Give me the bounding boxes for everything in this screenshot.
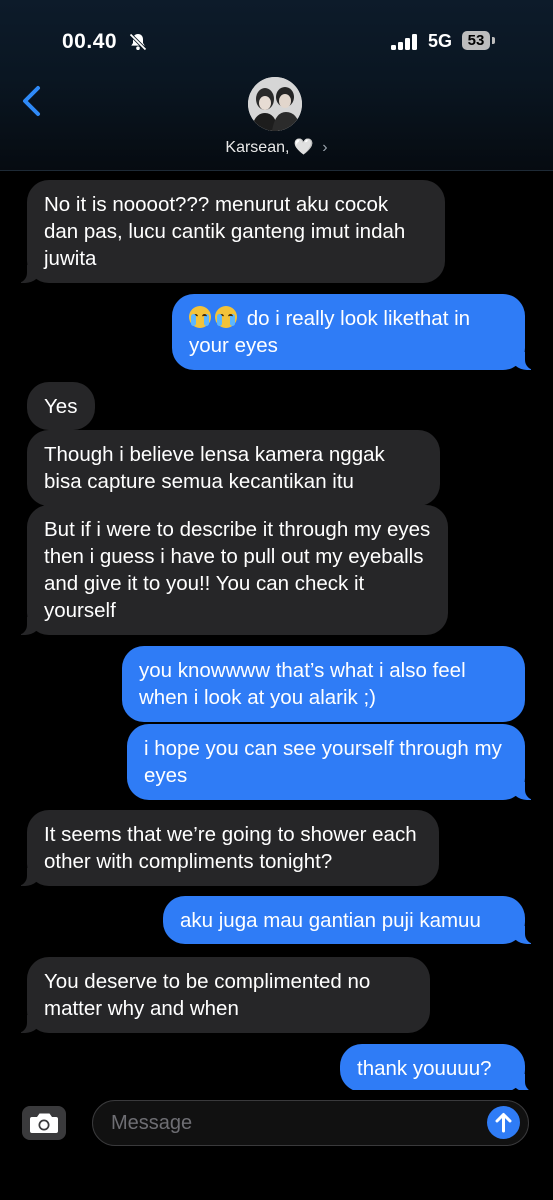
message-incoming[interactable]: Yes	[27, 382, 95, 430]
message-incoming[interactable]: Though i believe lensa kamera nggak bisa…	[27, 430, 440, 506]
message-text: thank youuuu?	[357, 1057, 492, 1080]
message-text: But if i were to describe it through my …	[44, 518, 431, 622]
status-time: 00.40	[62, 30, 118, 53]
message-text: aku juga mau gantian puji kamuu	[180, 909, 481, 932]
message-outgoing[interactable]: i hope you can see yourself through my e…	[127, 724, 535, 800]
message-text: Yes	[44, 395, 78, 418]
send-arrow-icon	[495, 1113, 512, 1133]
camera-icon	[30, 1113, 58, 1133]
status-bar: 00.40 5G 53	[0, 28, 553, 58]
loudly-crying-face-emoji	[189, 306, 211, 328]
contact-avatar[interactable]	[248, 77, 302, 131]
bell-slash-icon	[129, 33, 147, 51]
message-incoming[interactable]: No it is noooot??? menurut aku cocok dan…	[17, 180, 445, 283]
message-outgoing[interactable]: aku juga mau gantian puji kamuu	[163, 896, 535, 944]
message-incoming[interactable]: But if i were to describe it through my …	[17, 505, 448, 635]
message-incoming[interactable]: It seems that we’re going to shower each…	[17, 810, 439, 886]
battery-tip	[492, 37, 495, 44]
message-text: you knowwww that’s what i also feel when…	[139, 659, 466, 709]
loudly-crying-face-emoji	[215, 306, 237, 328]
contact-name: Karsean,	[225, 139, 290, 156]
avatar-photo	[248, 77, 302, 131]
back-chevron-icon[interactable]	[18, 84, 46, 118]
battery-level: 53	[462, 31, 490, 50]
signal-icon	[391, 34, 417, 50]
white-heart-icon: 🤍	[293, 139, 314, 156]
message-text: i hope you can see yourself through my e…	[144, 737, 502, 787]
message-text: It seems that we’re going to shower each…	[44, 823, 417, 873]
message-input[interactable]: Message	[92, 1100, 529, 1146]
compose-bar: Message	[0, 1090, 553, 1200]
message-input-placeholder: Message	[111, 1112, 193, 1134]
message-text: Though i believe lensa kamera nggak bisa…	[44, 443, 385, 493]
contact-name-row[interactable]: Karsean, 🤍 ›	[0, 137, 553, 157]
camera-button[interactable]	[22, 1106, 66, 1140]
message-outgoing[interactable]: thank youuuu?	[340, 1044, 535, 1092]
message-incoming[interactable]: You deserve to be complimented no matter…	[17, 957, 430, 1033]
message-text: You deserve to be complimented no matter…	[44, 970, 371, 1020]
message-outgoing[interactable]: do i really look likethat in your eyes	[172, 294, 535, 370]
chevron-right-icon: ›	[322, 139, 328, 156]
send-button[interactable]	[487, 1106, 520, 1139]
message-outgoing[interactable]: you knowwww that’s what i also feel when…	[122, 646, 525, 722]
message-text: No it is noooot??? menurut aku cocok dan…	[44, 193, 406, 270]
conversation-header: 00.40 5G 53 Karsean, 🤍 ›	[0, 0, 553, 171]
network-type: 5G	[428, 31, 453, 51]
